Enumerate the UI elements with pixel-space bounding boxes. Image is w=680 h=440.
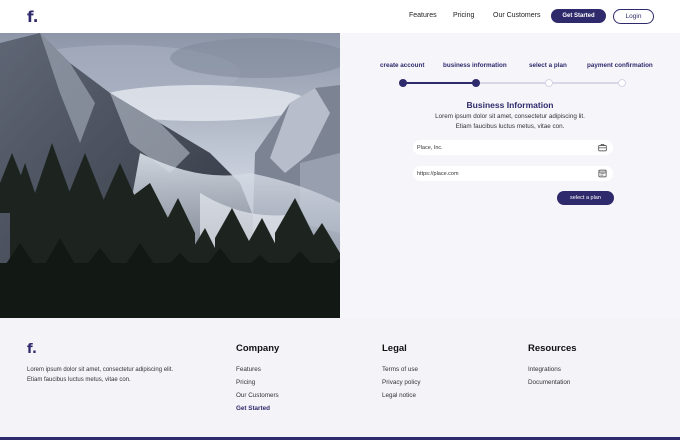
signup-panel: create account business information sele…: [340, 33, 680, 318]
footer-link-legal-notice[interactable]: Legal notice: [382, 392, 416, 399]
progress-track-completed: [403, 82, 476, 84]
form-description-line-2: Etiam faucibus luctus metus, vitae con.: [455, 123, 565, 130]
footer-heading-resources: Resources: [528, 343, 577, 354]
form-description-line-1: Lorem ipsum dolor sit amet, consectetur …: [435, 113, 585, 120]
site-footer: f. Lorem ipsum dolor sit amet, consectet…: [0, 318, 680, 440]
nav-link-pricing[interactable]: Pricing: [453, 12, 474, 19]
footer-link-integrations[interactable]: Integrations: [528, 366, 561, 373]
select-a-plan-button[interactable]: select a plan: [557, 191, 614, 205]
login-button[interactable]: Login: [613, 9, 654, 24]
website-field[interactable]: [413, 166, 613, 181]
hero-mountain-photo: [0, 33, 340, 318]
step-label-payment-confirmation: payment confirmation: [587, 62, 653, 69]
step-dot-payment-confirmation: [618, 79, 626, 87]
briefcase-icon: [598, 144, 607, 152]
footer-link-pricing[interactable]: Pricing: [236, 379, 255, 386]
footer-link-get-started[interactable]: Get Started: [236, 405, 270, 412]
footer-link-privacy-policy[interactable]: Privacy policy: [382, 379, 421, 386]
website-input[interactable]: [417, 166, 587, 181]
footer-link-features[interactable]: Features: [236, 366, 261, 373]
step-dot-select-a-plan: [545, 79, 553, 87]
nav-link-our-customers[interactable]: Our Customers: [493, 12, 540, 19]
step-label-create-account: create account: [380, 62, 425, 69]
form-description: Lorem ipsum dolor sit amet, consectetur …: [340, 112, 680, 132]
footer-link-our-customers[interactable]: Our Customers: [236, 392, 279, 399]
mountain-forest-illustration: [0, 33, 340, 318]
footer-heading-legal: Legal: [382, 343, 407, 354]
company-name-field[interactable]: [413, 140, 613, 155]
browser-window-icon: [598, 169, 607, 178]
top-navbar: f. Features Pricing Our Customers Get St…: [0, 0, 680, 33]
get-started-button[interactable]: Get Started: [551, 9, 606, 23]
footer-about-text: Lorem ipsum dolor sit amet, consectetur …: [27, 367, 174, 383]
brand-logo[interactable]: f.: [27, 8, 38, 26]
footer-link-documentation[interactable]: Documentation: [528, 379, 570, 386]
step-dot-business-information: [472, 79, 480, 87]
step-label-select-a-plan: select a plan: [529, 62, 567, 69]
nav-link-features[interactable]: Features: [409, 12, 437, 19]
footer-link-terms-of-use[interactable]: Terms of use: [382, 366, 418, 373]
company-name-input[interactable]: [417, 140, 587, 155]
footer-logo[interactable]: f.: [27, 342, 37, 357]
footer-heading-company: Company: [236, 343, 280, 354]
form-title: Business Information: [466, 100, 554, 110]
step-label-business-information: business information: [443, 62, 507, 69]
step-dot-create-account: [399, 79, 407, 87]
